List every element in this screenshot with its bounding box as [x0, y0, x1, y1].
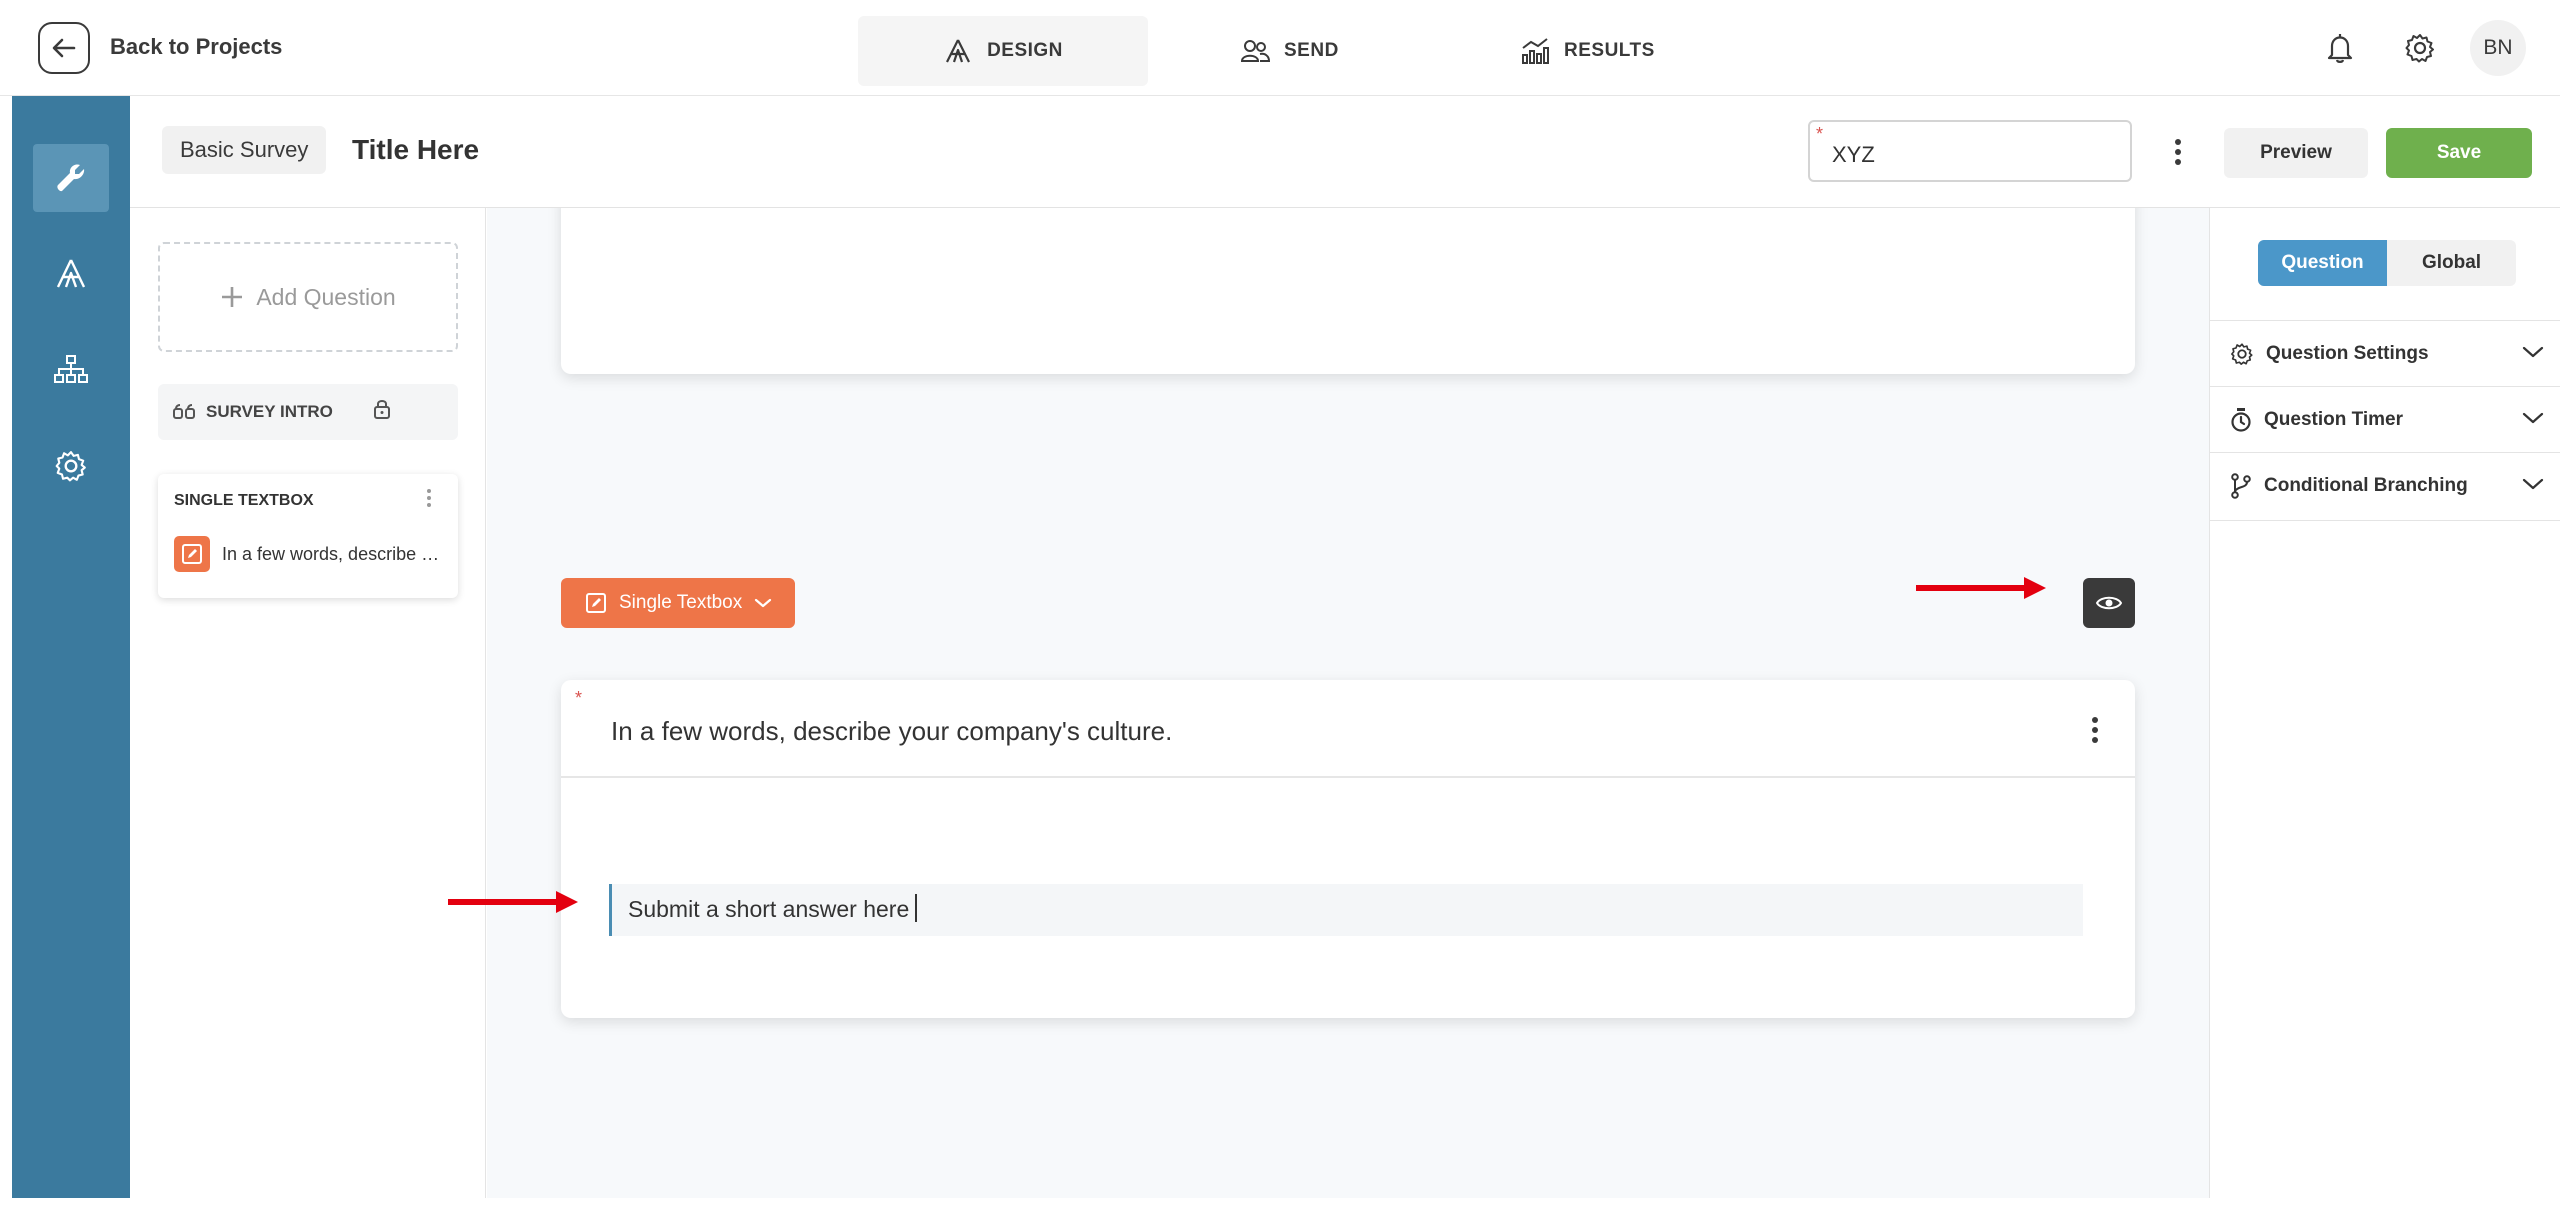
- edit-textbox-icon: [174, 536, 210, 572]
- short-answer-placeholder: Submit a short answer here: [628, 896, 910, 922]
- results-chart-icon: [1520, 37, 1550, 65]
- survey-type-badge[interactable]: Basic Survey: [162, 126, 327, 174]
- chevron-down-icon: [2522, 477, 2544, 491]
- question-text[interactable]: In a few words, describe your company's …: [611, 716, 1172, 747]
- question-timer-section[interactable]: Question Timer: [2210, 386, 2560, 452]
- design-icon: [943, 37, 973, 65]
- survey-code-field[interactable]: * XYZ: [1808, 120, 2132, 182]
- back-to-projects-link[interactable]: Back to Projects: [110, 34, 282, 60]
- bell-icon[interactable]: [2318, 26, 2362, 70]
- plus-icon: [220, 285, 244, 309]
- edit-textbox-icon: [585, 592, 607, 614]
- survey-code-value: XYZ: [1832, 142, 1875, 167]
- preview-button[interactable]: Preview: [2224, 128, 2368, 178]
- gear-icon: [54, 449, 88, 483]
- survey-intro-label: SURVEY INTRO: [206, 402, 333, 421]
- save-button[interactable]: Save: [2386, 128, 2532, 178]
- red-arrow-icon: [1916, 577, 2046, 599]
- design-icon: [53, 257, 89, 291]
- question-list-item[interactable]: SINGLE TEXTBOX In a few words, describe …: [158, 474, 458, 598]
- rail-item-logic[interactable]: [33, 336, 109, 404]
- chevron-down-icon: [2522, 345, 2544, 359]
- questions-panel: Add Question SURVEY INTRO SINGLE TEXTBOX…: [130, 208, 486, 1198]
- survey-header: Basic Survey Title Here * XYZ Preview Sa…: [130, 96, 2560, 208]
- sitemap-icon: [54, 354, 88, 386]
- people-icon: [1240, 39, 1270, 63]
- branch-icon: [2230, 472, 2252, 499]
- user-avatar[interactable]: BN: [2470, 20, 2526, 76]
- question-preview-text: In a few words, describe your company's …: [222, 544, 442, 564]
- top-navigation-bar: Back to Projects DESIGN SEND RESULTS BN: [0, 0, 2560, 96]
- question-type-dropdown-label: Single Textbox: [619, 592, 743, 613]
- previous-question-card: [561, 208, 2135, 374]
- gear-icon[interactable]: [2398, 26, 2442, 70]
- tab-results[interactable]: RESULTS: [1520, 16, 1720, 86]
- more-options-icon[interactable]: [2083, 710, 2107, 750]
- properties-panel: Question Global Question Settings Questi…: [2209, 208, 2560, 1198]
- tab-question[interactable]: Question: [2258, 240, 2387, 286]
- question-settings-section[interactable]: Question Settings: [2210, 320, 2560, 386]
- panel-tabs: Question Global: [2258, 240, 2516, 286]
- lock-icon: [372, 398, 392, 420]
- timer-icon: [2230, 407, 2252, 433]
- panel-divider: [2210, 520, 2560, 521]
- conditional-branching-section[interactable]: Conditional Branching: [2210, 452, 2560, 518]
- wrench-icon: [53, 160, 89, 196]
- required-asterisk: *: [575, 688, 583, 708]
- more-options-icon[interactable]: [426, 488, 432, 508]
- more-options-icon[interactable]: [2166, 132, 2190, 172]
- card-divider: [561, 776, 2135, 778]
- question-settings-label: Question Settings: [2266, 342, 2429, 364]
- tab-global[interactable]: Global: [2387, 240, 2516, 286]
- rail-item-design[interactable]: [33, 240, 109, 308]
- rail-item-build[interactable]: [33, 144, 109, 212]
- question-timer-label: Question Timer: [2264, 408, 2404, 430]
- tab-send[interactable]: SEND: [1240, 16, 1420, 86]
- add-question-label: Add Question: [256, 283, 396, 310]
- survey-title[interactable]: Title Here: [352, 134, 479, 166]
- chevron-down-icon: [754, 597, 772, 609]
- back-arrow-icon[interactable]: [38, 22, 90, 74]
- left-tool-rail: [12, 96, 130, 1198]
- red-arrow-icon: [448, 891, 578, 913]
- tab-results-label: RESULTS: [1564, 40, 1655, 61]
- short-answer-input[interactable]: Submit a short answer here: [609, 884, 2083, 936]
- add-question-button[interactable]: Add Question: [158, 242, 458, 352]
- text-cursor: [915, 894, 918, 922]
- tab-design[interactable]: DESIGN: [858, 16, 1148, 86]
- tab-design-label: DESIGN: [987, 40, 1063, 61]
- rail-item-settings[interactable]: [33, 432, 109, 500]
- question-type-label: SINGLE TEXTBOX: [174, 492, 314, 509]
- question-canvas: Single Textbox * In a few words, describ…: [487, 208, 2209, 1198]
- eye-icon[interactable]: [2083, 578, 2135, 628]
- question-type-dropdown[interactable]: Single Textbox: [561, 578, 795, 628]
- question-card[interactable]: * In a few words, describe your company'…: [561, 680, 2135, 1018]
- conditional-branching-label: Conditional Branching: [2264, 474, 2468, 496]
- required-asterisk: *: [1816, 124, 1824, 144]
- quote-icon: [172, 403, 196, 421]
- chevron-down-icon: [2522, 411, 2544, 425]
- tab-send-label: SEND: [1284, 40, 1339, 61]
- gear-icon: [2230, 342, 2254, 366]
- survey-intro-item[interactable]: SURVEY INTRO: [158, 384, 458, 440]
